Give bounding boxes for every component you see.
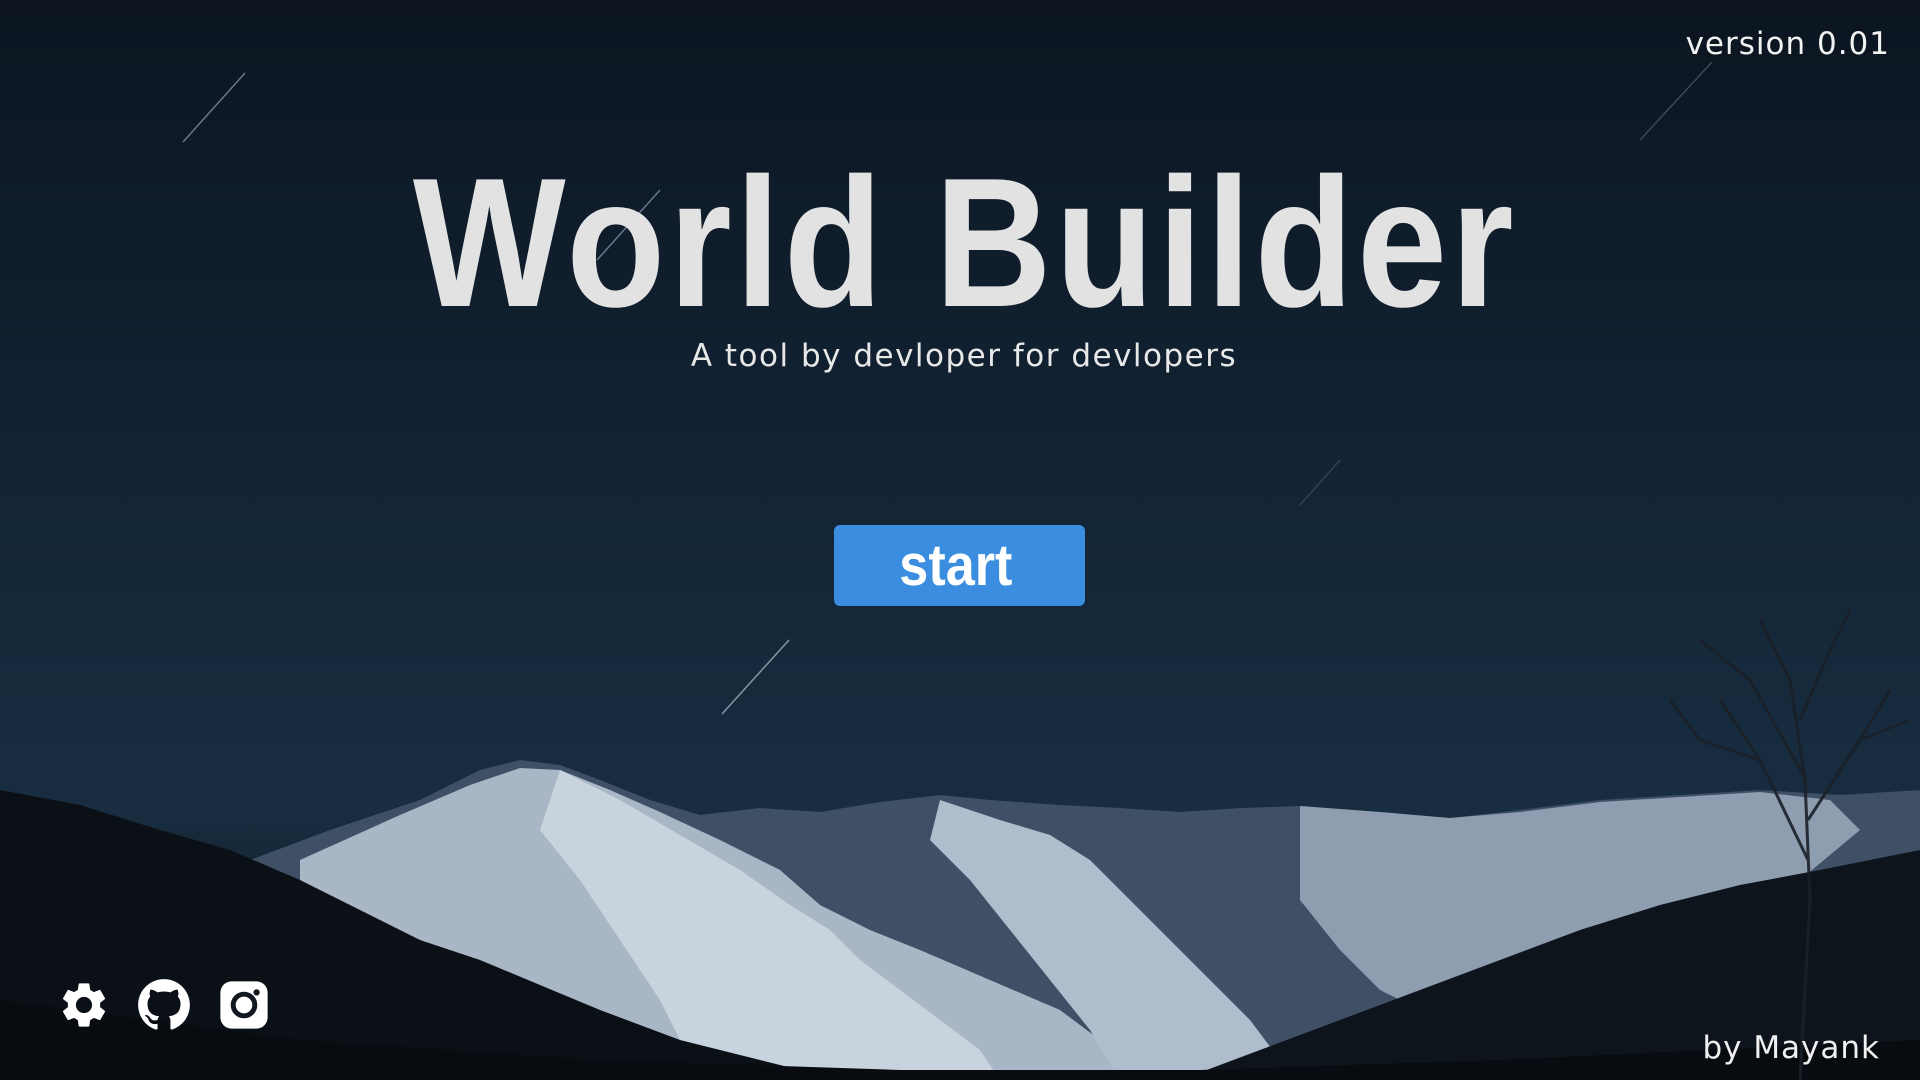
- instagram-link[interactable]: [217, 978, 271, 1032]
- settings-button[interactable]: [57, 978, 111, 1032]
- app-subtitle: A tool by devloper for devlopers: [690, 338, 1238, 374]
- version-label: version 0.01: [1685, 26, 1890, 62]
- author-credit: by Mayank: [1702, 1030, 1880, 1066]
- hero: World Builder A tool by devloper for dev…: [0, 150, 1920, 374]
- gear-icon: [62, 983, 106, 1027]
- github-icon: [138, 979, 190, 1030]
- start-button-label: start: [898, 533, 1013, 598]
- start-button[interactable]: start: [834, 525, 1085, 606]
- instagram-icon: [220, 981, 268, 1029]
- github-link[interactable]: [137, 978, 191, 1032]
- social-links: [57, 978, 271, 1032]
- start-screen: version 0.01 World Builder A tool by dev…: [0, 0, 1920, 1080]
- app-title: World Builder: [412, 139, 1518, 345]
